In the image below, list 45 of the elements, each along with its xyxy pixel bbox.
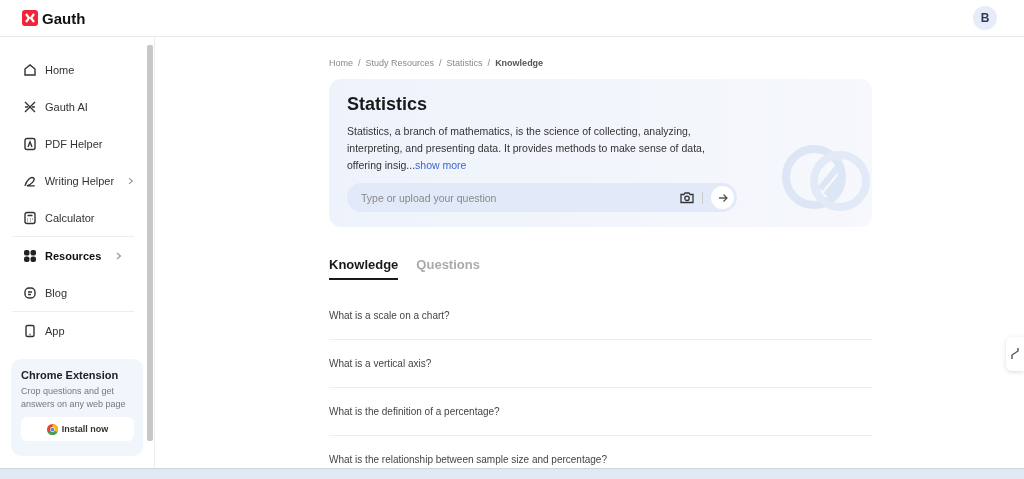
show-more-link[interactable]: show more [415,159,467,171]
send-button[interactable] [711,186,734,209]
calc-icon [23,210,37,225]
scrollbar[interactable] [147,45,153,441]
sidebar-item[interactable]: Home [12,51,134,88]
breadcrumb-separator: / [487,58,491,68]
sidebar-item[interactable]: App [12,312,134,349]
logo-icon [22,10,38,26]
brand-name[interactable]: Gauth [42,9,86,27]
description: Statistics, a branch of mathematics, is the science of collecting, analyzing, interpreting, and presenting data. It provides methods to make sense of data, offering insig...show more [347,124,706,173]
question-link[interactable]: What is a scale on a chart? [329,292,872,340]
sidebar-item[interactable]: Writing Helper [12,162,134,199]
arrow-right-icon [717,192,728,203]
question-field[interactable]: Type or upload your question [347,183,737,212]
promo-text: Crop questions and get answers on any web page [21,385,127,411]
floating-tool-button[interactable] [1006,337,1024,371]
sidebar-item[interactable]: Gauth AI [12,88,134,125]
browser-icon [46,423,58,435]
pdf-icon [23,136,37,151]
scribble-icon [1010,347,1020,361]
question-input[interactable]: Type or upload your question [359,190,672,205]
blog-icon [23,285,37,300]
user-avatar[interactable]: B [973,6,997,30]
sidebar-item[interactable]: Blog [12,274,134,311]
breadcrumb-link[interactable]: Statistics [446,58,483,68]
tab[interactable]: Knowledge [329,257,399,280]
breadcrumb-link[interactable]: Study Resources [365,58,435,68]
install-button[interactable]: Install now [21,417,134,441]
page-title: Statistics [347,94,429,115]
grid-icon [23,248,37,263]
question-link[interactable]: What is the definition of a percentage? [329,388,872,436]
sidebar-item[interactable]: Calculator [12,199,134,236]
question-link[interactable]: What is a vertical axis? [329,340,872,388]
home-icon [23,62,37,77]
chevron-right-icon [128,176,134,185]
phone-icon [23,323,37,338]
breadcrumb-link[interactable]: Home [329,58,353,68]
breadcrumb-link[interactable]: Knowledge [495,58,544,68]
promo-title: Chrome Extension [21,369,120,381]
sidebar-item[interactable]: Resources [12,237,134,274]
breadcrumb-separator: / [439,58,442,68]
camera-icon[interactable] [680,191,694,204]
breadcrumb-separator: / [358,58,361,68]
sidebar-item[interactable]: PDF Helper [12,125,134,162]
chevron-right-icon [116,251,122,260]
